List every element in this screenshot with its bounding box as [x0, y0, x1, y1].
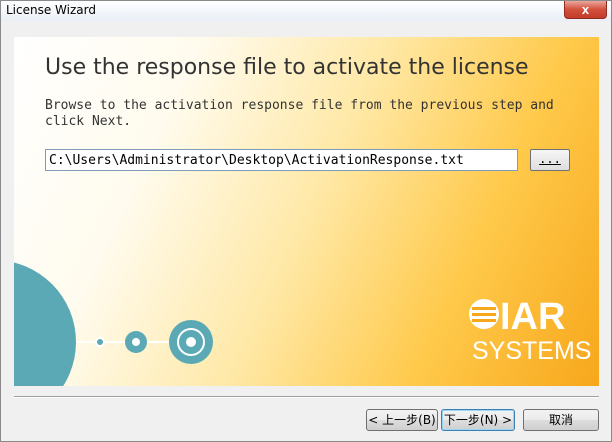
page-heading: Use the response file to activate the li… [45, 55, 529, 80]
license-wizard-window: License Wizard x Use the response file t… [0, 0, 612, 442]
title-bar[interactable]: License Wizard x [1, 1, 611, 21]
cancel-button[interactable]: 取消 [523, 409, 599, 431]
iar-systems-logo: IAR SYSTEMS [469, 296, 591, 365]
back-button[interactable]: < 上一步(B) [366, 409, 438, 431]
window-title: License Wizard [6, 3, 96, 17]
close-button[interactable]: x [564, 1, 607, 19]
large-teal-circle [14, 262, 76, 386]
response-file-path-input[interactable] [45, 149, 518, 171]
wizard-content-panel: Use the response file to activate the li… [14, 37, 599, 386]
instructions-text: Browse to the activation response file f… [45, 98, 554, 129]
next-button[interactable]: 下一步(N) > [441, 409, 515, 431]
logo-sub-text: SYSTEMS [472, 337, 591, 365]
browse-button[interactable]: ... [530, 149, 570, 171]
logo-brand-text: IAR [500, 296, 565, 338]
button-bar-separator [14, 396, 599, 398]
